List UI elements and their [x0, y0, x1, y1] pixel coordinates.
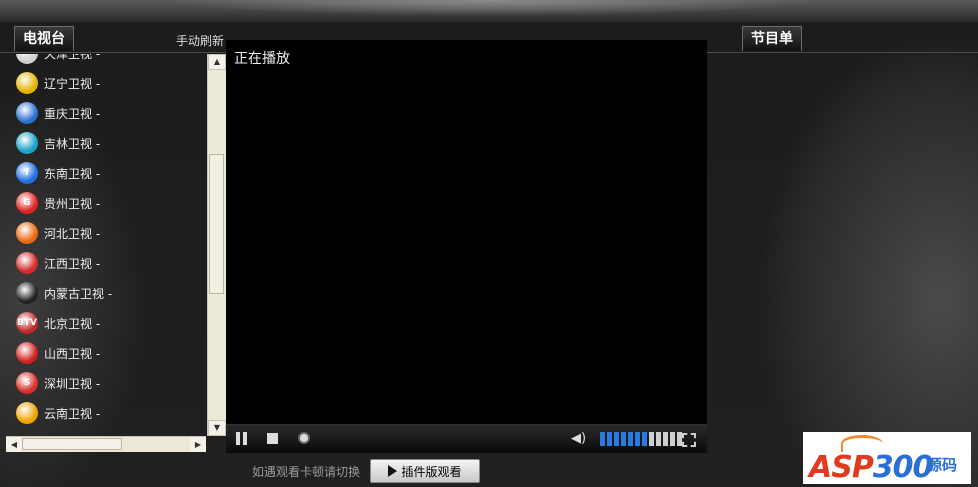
channel-name: 重庆卫视 - — [44, 106, 101, 121]
channel-list-horizontal-scrollbar[interactable]: ◀ ▶ — [6, 436, 206, 452]
volume-bar[interactable] — [635, 432, 640, 446]
channel-name: 河北卫视 - — [44, 226, 101, 241]
channel-item[interactable]: 云南卫视 - — [6, 398, 206, 428]
volume-bar[interactable] — [600, 432, 605, 446]
channel-name: 云南卫视 - — [44, 406, 101, 421]
channel-panel-header: 电视台 手动刷新 — [0, 26, 226, 53]
settings-icon[interactable] — [298, 432, 312, 446]
hebei-logo-icon — [16, 222, 38, 244]
volume-icon[interactable]: ◀) — [571, 432, 586, 446]
beijing-logo-icon: BTV — [16, 312, 38, 334]
plugin-watch-button[interactable]: 插件版观看 — [370, 459, 480, 483]
yunnan-logo-icon — [16, 402, 38, 424]
shanxi-logo-icon — [16, 342, 38, 364]
stop-icon[interactable] — [266, 432, 280, 446]
volume-bar[interactable] — [614, 432, 619, 446]
pause-icon[interactable] — [235, 432, 249, 446]
logo-asp-text: ASP300 — [809, 450, 933, 485]
channel-item[interactable]: 天津卫视 - — [6, 54, 206, 68]
video-player[interactable]: 正在播放 — [226, 40, 707, 424]
dongnan-logo-icon: f — [16, 162, 38, 184]
channel-item[interactable]: 辽宁卫视 - — [6, 68, 206, 98]
scroll-right-arrow-icon[interactable]: ▶ — [190, 437, 206, 452]
channel-name: 北京卫视 - — [44, 316, 101, 331]
scroll-thumb[interactable] — [209, 154, 224, 294]
channel-item[interactable]: 江西卫视 - — [6, 248, 206, 278]
liaoning-logo-icon — [16, 72, 38, 94]
channel-name: 辽宁卫视 - — [44, 76, 101, 91]
volume-bar[interactable] — [628, 432, 633, 446]
horizontal-scroll-thumb[interactable] — [22, 438, 122, 450]
channel-item[interactable]: 重庆卫视 - — [6, 98, 206, 128]
channel-item[interactable]: BTV 北京卫视 - — [6, 308, 206, 338]
now-playing-label: 正在播放 — [234, 51, 290, 67]
channel-list: 天津卫视 - 辽宁卫视 - 重庆卫视 - 吉林卫视 - f 东南卫视 - G 贵州卫视 - 河北… — [6, 54, 206, 436]
channel-name: 山西卫视 - — [44, 346, 101, 361]
volume-bar[interactable] — [656, 432, 661, 446]
channel-name: 贵州卫视 - — [44, 196, 101, 211]
scroll-left-arrow-icon[interactable]: ◀ — [6, 437, 22, 452]
chongqing-logo-icon — [16, 102, 38, 124]
volume-slider[interactable] — [600, 432, 682, 446]
switch-hint-text: 如遇观看卡顿请切换 — [252, 465, 361, 479]
scroll-up-arrow-icon[interactable]: ▲ — [208, 54, 226, 70]
channel-list-vertical-scrollbar[interactable]: ▲ ▼ — [207, 54, 226, 436]
neimenggu-logo-icon — [16, 282, 38, 304]
shenzhen-logo-icon: S — [16, 372, 38, 394]
tab-tv-stations[interactable]: 电视台 — [14, 26, 74, 51]
fullscreen-icon[interactable] — [682, 433, 696, 447]
channel-name: 天津卫视 - — [44, 54, 100, 62]
plugin-watch-label: 插件版观看 — [401, 464, 462, 479]
volume-bar[interactable] — [663, 432, 668, 446]
jiangxi-logo-icon — [16, 252, 38, 274]
scroll-down-arrow-icon[interactable]: ▼ — [208, 420, 226, 436]
volume-bar[interactable] — [607, 432, 612, 446]
channel-item[interactable]: f 东南卫视 - — [6, 158, 206, 188]
tab-program-guide[interactable]: 节目单 — [742, 26, 802, 51]
top-banner — [0, 0, 978, 22]
player-controls-bar: ◀) — [226, 424, 707, 453]
channel-name: 深圳卫视 - — [44, 376, 101, 391]
program-panel-header: 节目单 — [707, 26, 978, 53]
channel-item[interactable]: S 深圳卫视 - — [6, 368, 206, 398]
volume-bar[interactable] — [642, 432, 647, 446]
channel-name: 吉林卫视 - — [44, 136, 101, 151]
channel-item[interactable]: 山西卫视 - — [6, 338, 206, 368]
volume-bar[interactable] — [649, 432, 654, 446]
tianjin-logo-icon — [16, 54, 38, 64]
channel-item[interactable]: G 贵州卫视 - — [6, 188, 206, 218]
guizhou-logo-icon: G — [16, 192, 38, 214]
channel-item[interactable]: 内蒙古卫视 - — [6, 278, 206, 308]
volume-bar[interactable] — [621, 432, 626, 446]
volume-bar[interactable] — [670, 432, 675, 446]
channel-name: 东南卫视 - — [44, 166, 101, 181]
channel-item[interactable]: 河北卫视 - — [6, 218, 206, 248]
jilin-logo-icon — [16, 132, 38, 154]
logo-yuanma-text: 源码 — [927, 456, 958, 474]
channel-name: 内蒙古卫视 - — [44, 286, 113, 301]
channel-name: 江西卫视 - — [44, 256, 101, 271]
manual-refresh-link[interactable]: 手动刷新 — [176, 32, 224, 49]
asp300-logo: ASP300 源码 — [803, 432, 971, 485]
channel-item[interactable]: 吉林卫视 - — [6, 128, 206, 158]
play-triangle-icon — [388, 465, 398, 477]
